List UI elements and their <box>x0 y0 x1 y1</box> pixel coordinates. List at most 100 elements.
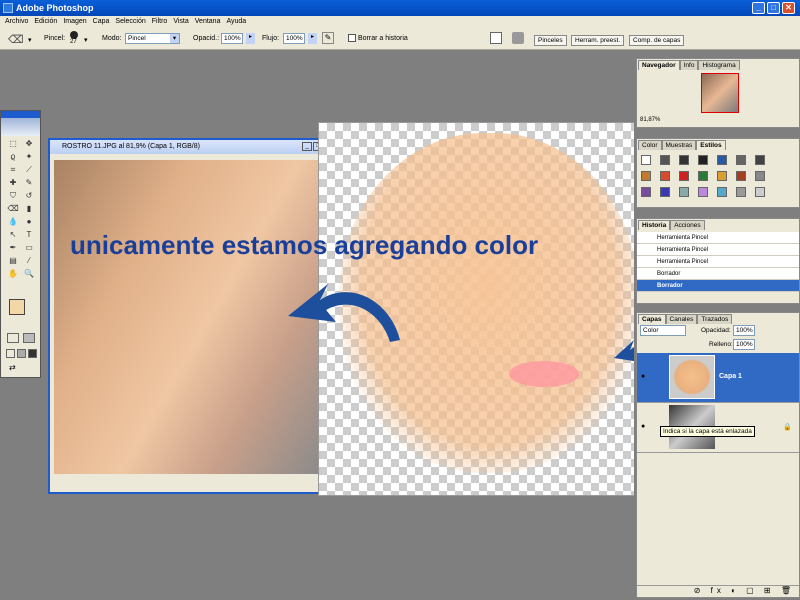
menu-ayuda[interactable]: Ayuda <box>223 16 249 28</box>
style-swatch[interactable] <box>698 187 708 197</box>
eye-icon[interactable]: ● <box>641 423 649 431</box>
gradient-icon[interactable]: ▮ <box>23 203 35 215</box>
blend-mode-select[interactable]: Color <box>640 325 686 336</box>
history-item[interactable]: Herramienta Pincel <box>637 232 799 244</box>
quickmask-mode-icon[interactable] <box>23 333 35 343</box>
style-swatch[interactable] <box>660 187 670 197</box>
dodge-icon[interactable]: ● <box>23 216 35 228</box>
eye-icon[interactable]: ● <box>641 373 649 381</box>
erase-history-checkbox[interactable] <box>348 34 356 42</box>
navigator-thumbnail[interactable] <box>701 73 739 113</box>
layer-row-capa1[interactable]: ● Capa 1 <box>637 353 799 403</box>
notes-icon[interactable]: ▤ <box>7 255 19 267</box>
style-swatch[interactable] <box>698 171 708 181</box>
screen-mode-2-icon[interactable] <box>17 349 26 358</box>
history-item[interactable]: Borrador <box>637 268 799 280</box>
brush-icon[interactable]: ✎ <box>23 177 35 189</box>
layer-opacity-field[interactable]: 100% <box>733 325 755 336</box>
style-swatch[interactable] <box>641 171 651 181</box>
menu-filtro[interactable]: Filtro <box>149 16 171 28</box>
shape-icon[interactable]: ▭ <box>23 242 35 254</box>
style-swatch[interactable] <box>755 171 765 181</box>
style-swatch[interactable] <box>679 155 689 165</box>
tab-trazados[interactable]: Trazados <box>697 314 733 324</box>
style-swatch[interactable] <box>755 155 765 165</box>
close-button[interactable]: ✕ <box>782 2 795 14</box>
menu-archivo[interactable]: Archivo <box>2 16 31 28</box>
tab-muestras[interactable]: Muestras <box>661 140 697 150</box>
toolbox-header[interactable] <box>1 111 40 118</box>
flow-slider-button[interactable]: ▸ <box>308 33 317 44</box>
menu-ventana[interactable]: Ventana <box>192 16 224 28</box>
style-swatch[interactable] <box>736 187 746 197</box>
tab-canales[interactable]: Canales <box>665 314 698 324</box>
eraser-icon[interactable]: ⌫ <box>8 33 24 46</box>
stamp-icon[interactable]: ⛉ <box>7 190 19 202</box>
type-icon[interactable]: T <box>23 229 35 241</box>
standard-mode-icon[interactable] <box>7 333 19 343</box>
path-select-icon[interactable]: ↖ <box>7 229 19 241</box>
style-swatch[interactable] <box>717 155 727 165</box>
tab-info[interactable]: Info <box>679 60 699 70</box>
style-swatch[interactable] <box>717 171 727 181</box>
marquee-icon[interactable]: ⬚ <box>7 138 19 150</box>
doc-minimize-button[interactable]: _ <box>302 142 312 151</box>
print-icon[interactable] <box>512 32 524 44</box>
history-item-selected[interactable]: Borrador <box>637 280 799 292</box>
history-item[interactable]: Herramienta Pincel <box>637 244 799 256</box>
screen-mode-1-icon[interactable] <box>6 349 15 358</box>
eraser-tool-icon[interactable]: ⌫ <box>7 203 19 215</box>
layer-actions-bar[interactable]: ⊘ fx ◐ ▢ ⊞ 🗑 <box>637 585 799 597</box>
tab-capas[interactable]: Capas <box>638 314 666 324</box>
style-swatch[interactable] <box>736 171 746 181</box>
flow-field[interactable]: 100% <box>283 33 305 44</box>
foreground-color-swatch[interactable] <box>9 299 25 315</box>
style-swatch[interactable] <box>679 187 689 197</box>
move-icon[interactable]: ✥ <box>23 138 35 150</box>
menu-seleccion[interactable]: Selección <box>112 16 148 28</box>
style-swatch[interactable] <box>660 155 670 165</box>
eyedropper-icon[interactable]: ⁄ <box>23 255 35 267</box>
crop-icon[interactable]: ⌗ <box>7 164 19 176</box>
document-titlebar[interactable]: ROSTRO 11.JPG al 81,9% (Capa 1, RGB/8) <box>50 140 318 154</box>
magic-wand-icon[interactable]: ✦ <box>23 151 35 163</box>
maximize-button[interactable]: □ <box>767 2 780 14</box>
layer-name[interactable]: Capa 1 <box>719 373 742 380</box>
tab-acciones[interactable]: Acciones <box>670 220 705 230</box>
healing-icon[interactable]: ✚ <box>7 177 19 189</box>
style-swatch[interactable] <box>679 171 689 181</box>
lasso-icon[interactable]: ϱ <box>7 151 19 163</box>
style-swatch[interactable] <box>660 171 670 181</box>
tab-historia[interactable]: Historia <box>638 220 671 230</box>
zoom-icon[interactable]: 🔍 <box>23 268 35 280</box>
brush-chevron-icon[interactable]: ▾ <box>84 36 88 44</box>
opacity-field[interactable]: 100% <box>221 33 243 44</box>
style-swatch[interactable] <box>698 155 708 165</box>
menu-capa[interactable]: Capa <box>90 16 113 28</box>
mode-select[interactable]: Pincel ▾ <box>125 33 180 44</box>
pen-icon[interactable]: ✒ <box>7 242 19 254</box>
style-swatch[interactable] <box>641 187 651 197</box>
tab-color[interactable]: Color <box>638 140 662 150</box>
style-swatch[interactable] <box>736 155 746 165</box>
airbrush-icon[interactable]: ✎ <box>322 32 334 44</box>
imageready-icon[interactable]: ⇄ <box>9 363 33 373</box>
history-brush-icon[interactable]: ↺ <box>23 190 35 202</box>
tab-comp-capas[interactable]: Comp. de capas <box>629 35 685 46</box>
menu-edicion[interactable]: Edición <box>31 16 60 28</box>
tab-herram-preest[interactable]: Herram. preest. <box>571 35 625 46</box>
minimize-button[interactable]: _ <box>752 2 765 14</box>
tab-navegador[interactable]: Navegador <box>638 60 680 70</box>
tab-estilos[interactable]: Estilos <box>696 140 726 150</box>
style-swatch[interactable] <box>755 187 765 197</box>
menu-imagen[interactable]: Imagen <box>60 16 89 28</box>
slice-icon[interactable]: ⟋ <box>23 164 35 176</box>
opacity-slider-button[interactable]: ▸ <box>246 33 255 44</box>
history-item[interactable]: Herramienta Pincel <box>637 256 799 268</box>
screen-mode-3-icon[interactable] <box>28 349 37 358</box>
file-browser-icon[interactable] <box>490 32 502 44</box>
menu-vista[interactable]: Vista <box>170 16 191 28</box>
hand-icon[interactable]: ✋ <box>7 268 19 280</box>
style-swatch[interactable] <box>717 187 727 197</box>
brush-preview-icon[interactable] <box>70 31 78 39</box>
